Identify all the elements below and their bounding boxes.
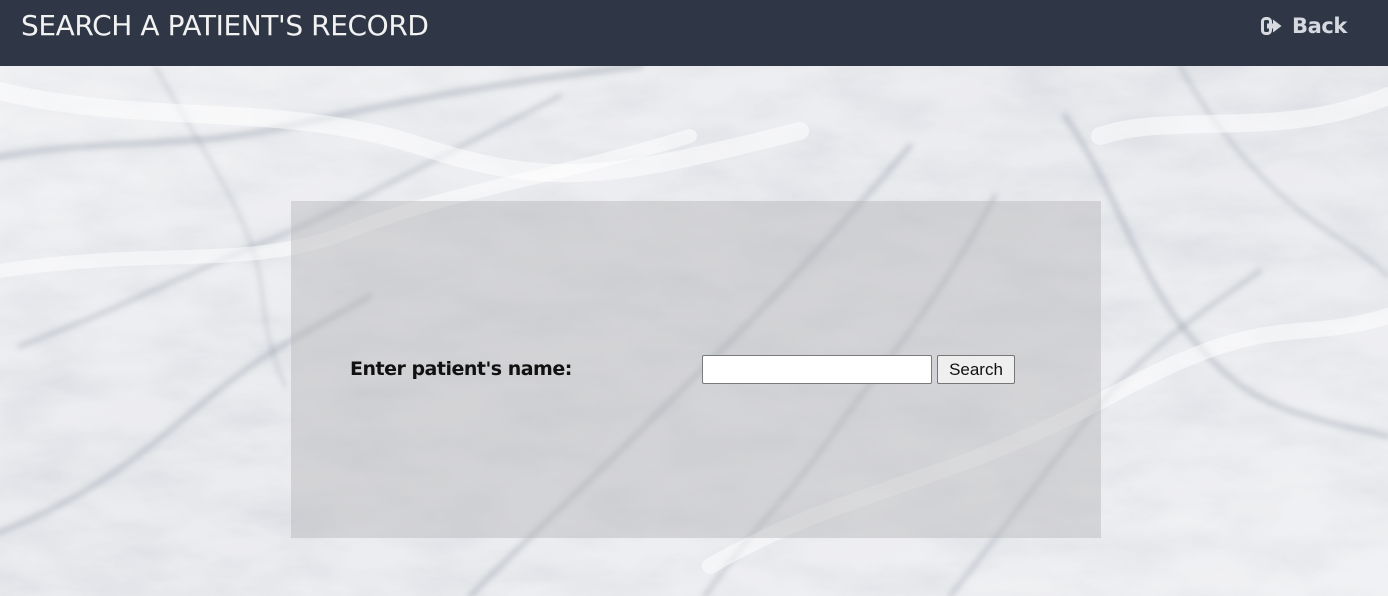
patient-name-label: Enter patient's name: — [350, 358, 572, 380]
top-header-bar: SEARCH A PATIENT'S RECORD Back — [0, 0, 1388, 66]
sign-out-icon — [1261, 16, 1283, 36]
back-button[interactable]: Back — [1261, 12, 1347, 40]
page-title: SEARCH A PATIENT'S RECORD — [21, 9, 429, 42]
back-button-label: Back — [1292, 14, 1347, 38]
search-panel: Enter patient's name: Search — [291, 201, 1101, 538]
patient-name-input[interactable] — [702, 355, 932, 384]
search-patient-page: SEARCH A PATIENT'S RECORD Back Enter pat… — [0, 0, 1388, 596]
search-button[interactable]: Search — [937, 355, 1015, 384]
